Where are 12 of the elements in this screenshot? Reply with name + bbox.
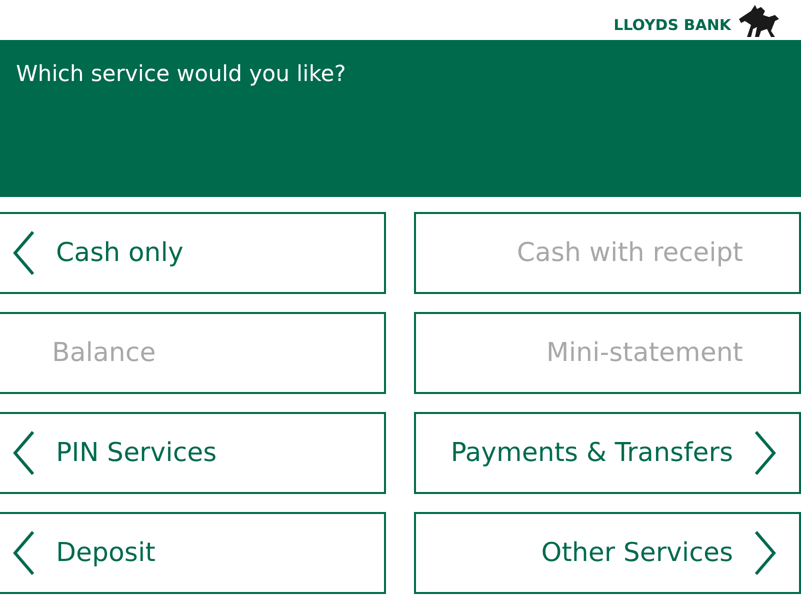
service-button[interactable]: Payments & Transfers — [414, 412, 801, 494]
chevron-right-icon — [753, 430, 777, 476]
service-button[interactable]: Cash only — [0, 212, 386, 294]
service-button[interactable]: Other Services — [414, 512, 801, 594]
service-button[interactable]: PIN Services — [0, 412, 386, 494]
chevron-left-icon — [12, 430, 36, 476]
screen-title: Which service would you like? — [16, 62, 346, 87]
bank-logo-text: LLOYDS BANK — [614, 16, 731, 34]
chevron-left-icon — [12, 230, 36, 276]
chevron-right-icon — [753, 530, 777, 576]
chevron-left-icon — [12, 530, 36, 576]
service-button[interactable]: Deposit — [0, 512, 386, 594]
